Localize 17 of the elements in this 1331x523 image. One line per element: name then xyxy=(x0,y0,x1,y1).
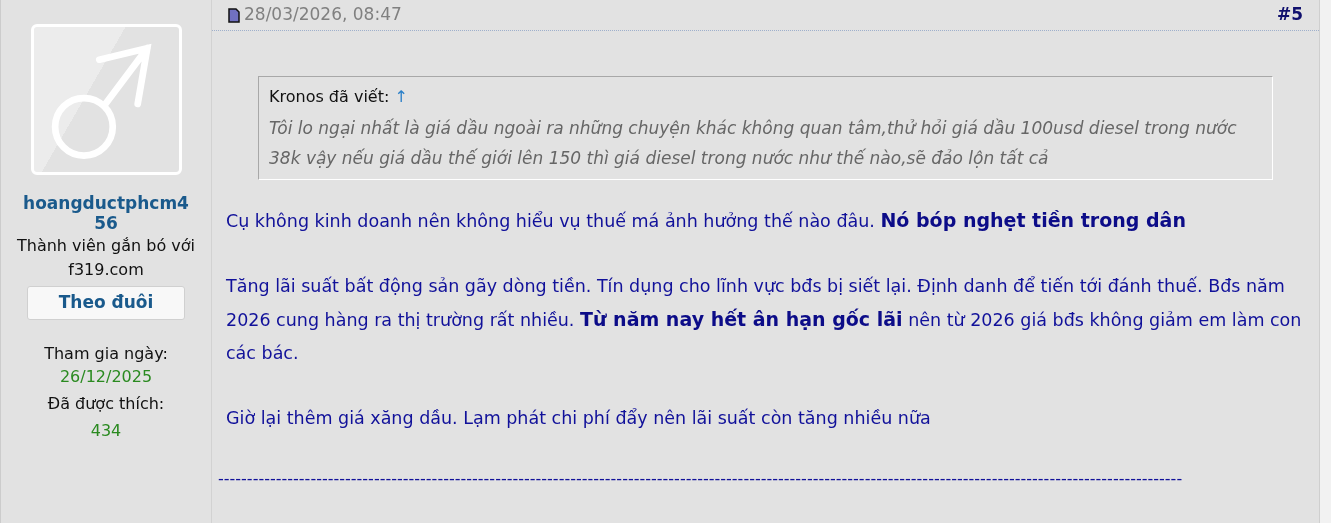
avatar-icon xyxy=(30,24,182,175)
signature-divider: ----------------------------------------------------------------------------------------------------------------------------------------------------------------------- xyxy=(218,468,1184,490)
post-number-link[interactable]: #5 xyxy=(1276,2,1303,28)
quote-text: Tôi lo ngại nhất là giá dầu ngoài ra những chuyện khác không quan tâm,thử hỏi giá dầu 100usd diesel trong nước 38k vậy nếu giá dầu thế giới lên 150 thì giá diesel trong nước như thế nào,sẽ đảo lộn tất cả xyxy=(269,117,1238,170)
likes-count: 434 xyxy=(90,421,122,441)
post-paragraph: Tăng lãi suất bất động sản gãy dòng tiền. Tín dụng cho lĩnh vực bđs bị siết lại. Định danh để tiến tới đánh thuế. Bđs năm 2026 cung hàng ra thị trường rất nhiều. Từ năm nay hết ân hạn gốc lãi nên từ 2026 giá bđs không giảm em làm con các bác. xyxy=(226,275,1303,365)
document-icon xyxy=(228,7,240,23)
follow-button[interactable]: Theo đuôi xyxy=(27,285,185,320)
likes-label: Đã được thích: xyxy=(47,394,165,414)
post-paragraph: Cụ không kinh doanh nên không hiểu vụ thuế má ảnh hưởng thế nào đâu. Nó bóp nghẹt tiền trong dân xyxy=(226,208,1187,233)
post-date: 28/03/2026, 08:47 xyxy=(244,3,402,27)
join-date-label: Tham gia ngày: xyxy=(44,343,168,363)
join-date: 26/12/2025 xyxy=(59,366,153,387)
quote-author: Kronos đã viết: xyxy=(269,87,390,106)
user-rank: Thành viên gắn bó với f319.com xyxy=(16,234,196,281)
username[interactable]: hoangductphcm456 xyxy=(21,193,191,234)
post-paragraph: Giờ lại thêm giá xăng dầu. Lạm phát chi phí đẩy nên lãi suất còn tăng nhiều nữa xyxy=(226,407,932,430)
